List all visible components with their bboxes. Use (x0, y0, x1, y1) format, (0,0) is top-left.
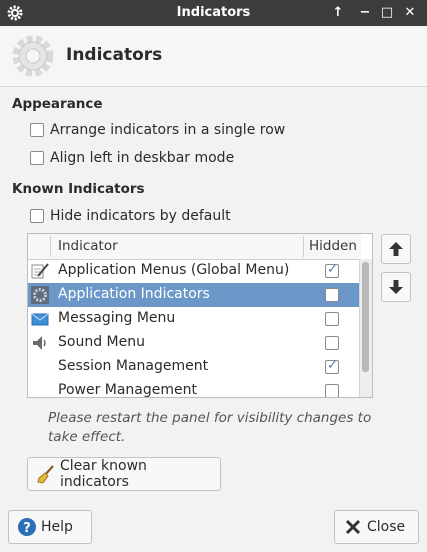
pen-icon (31, 263, 49, 279)
indicator-name: Sound Menu (58, 334, 145, 350)
close-window-button[interactable]: ✕ (401, 4, 419, 22)
arrow-down-icon (389, 280, 403, 294)
hide-by-default-checkbox[interactable]: Hide indicators by default (30, 207, 231, 225)
indicators-list[interactable]: Indicator Hidden Application Menus (Glob… (27, 233, 373, 398)
column-indicator[interactable]: Indicator (58, 238, 118, 254)
minimize-button[interactable]: − (356, 4, 374, 22)
table-row[interactable]: Power Management (28, 379, 361, 398)
hide-by-default-label: Hide indicators by default (50, 208, 231, 224)
table-row[interactable]: Sound Menu (28, 331, 361, 355)
help-label: Help (41, 519, 73, 535)
checkbox[interactable] (30, 123, 44, 137)
help-button[interactable]: ? Help (8, 510, 92, 544)
gear-icon (12, 35, 54, 77)
restart-note: Please restart the panel for visibility … (48, 410, 372, 445)
dialog-title: Indicators (66, 45, 163, 65)
arrow-up-icon (389, 242, 403, 256)
indicator-name: Power Management (58, 382, 198, 398)
help-icon: ? (18, 518, 36, 536)
gear-icon (31, 286, 49, 304)
mail-icon (31, 313, 49, 326)
align-left-checkbox[interactable]: Align left in deskbar mode (30, 149, 234, 167)
svg-text:?: ? (23, 521, 31, 536)
known-indicators-heading: Known Indicators (12, 181, 145, 197)
column-divider (303, 236, 304, 257)
checkbox[interactable] (30, 151, 44, 165)
clear-label: Clear known indicators (59, 458, 147, 490)
table-row[interactable]: Application Menus (Global Menu) (28, 259, 361, 283)
vertical-scrollbar[interactable] (359, 259, 372, 397)
single-row-checkbox[interactable]: Arrange indicators in a single row (30, 121, 285, 139)
table-row[interactable]: Session Management (28, 355, 361, 379)
speaker-icon (33, 336, 46, 350)
hidden-checkbox[interactable] (325, 336, 339, 350)
column-divider (50, 236, 51, 257)
single-row-label: Arrange indicators in a single row (50, 122, 286, 138)
dialog-header: Indicators (0, 26, 427, 87)
close-button[interactable]: Close (334, 510, 419, 544)
align-left-label: Align left in deskbar mode (50, 150, 235, 166)
clear-known-indicators-button[interactable]: Clear known indicators (27, 457, 221, 491)
scrollbar-thumb[interactable] (362, 262, 369, 372)
indicator-name: Messaging Menu (58, 310, 176, 326)
title-bar: Indicators ↑ − □ ✕ (0, 0, 427, 26)
hidden-checkbox[interactable] (325, 358, 339, 374)
arrow-up-icon[interactable]: ↑ (329, 4, 347, 22)
maximize-button[interactable]: □ (378, 4, 396, 22)
broom-icon (37, 465, 54, 484)
close-icon (345, 519, 361, 535)
move-up-button[interactable] (381, 234, 411, 264)
table-row[interactable]: Messaging Menu (28, 307, 361, 331)
indicator-name: Application Indicators (58, 286, 210, 302)
column-hidden[interactable]: Hidden (309, 238, 357, 254)
indicator-name: Application Menus (Global Menu) (58, 262, 290, 278)
appearance-heading: Appearance (12, 96, 103, 112)
table-row[interactable]: Application Indicators (28, 283, 361, 307)
hidden-checkbox[interactable] (325, 384, 339, 397)
move-down-button[interactable] (381, 272, 411, 302)
hidden-checkbox[interactable] (325, 262, 339, 278)
close-label: Close (367, 519, 406, 535)
hidden-checkbox[interactable] (325, 288, 339, 302)
hidden-checkbox[interactable] (325, 312, 339, 326)
checkbox[interactable] (30, 209, 44, 223)
indicator-name: Session Management (58, 358, 209, 374)
list-header: Indicator Hidden (28, 234, 361, 260)
